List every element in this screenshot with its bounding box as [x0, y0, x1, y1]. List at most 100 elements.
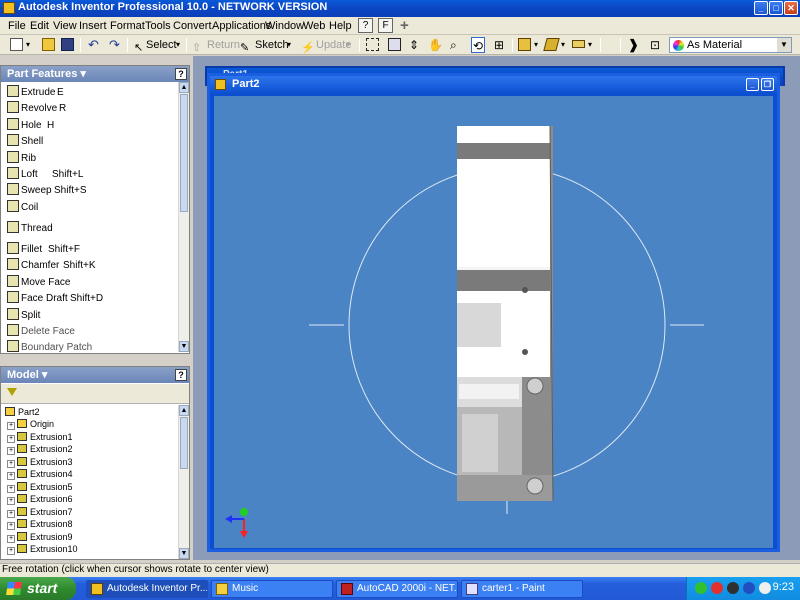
close-button[interactable]: ✕ — [784, 1, 798, 15]
task-inventor[interactable]: Autodesk Inventor Pr... — [86, 580, 208, 598]
material-dropdown[interactable]: As Material ▼ — [669, 37, 792, 53]
feature-face-draft[interactable]: Face Draft Shift+D — [7, 291, 103, 306]
update-tray-icon[interactable] — [743, 582, 755, 594]
format-icon[interactable]: F — [378, 18, 393, 33]
feature-revolve[interactable]: Revolve R — [7, 101, 66, 116]
model-view[interactable] — [214, 96, 773, 548]
sketch-dropdown-arrow[interactable]: ▾ — [287, 37, 291, 53]
menu-convert[interactable]: Convert — [173, 20, 212, 32]
redo-icon[interactable]: ↷ — [109, 37, 120, 53]
feature-sweep[interactable]: Sweep Shift+S — [7, 183, 87, 198]
model-header[interactable]: Model ▾ ? — [1, 367, 189, 383]
select-button[interactable]: ↖ Select — [134, 37, 177, 54]
new-dropdown-arrow[interactable]: ▾ — [26, 37, 30, 53]
feature-delete-face[interactable]: Delete Face — [7, 324, 75, 339]
feature-shell[interactable]: Shell — [7, 134, 43, 149]
tree-item-origin[interactable]: + Origin — [7, 418, 54, 430]
feature-loft[interactable]: Loft Shift+L — [7, 167, 83, 182]
scroll-thumb[interactable] — [180, 94, 188, 212]
tree-root-part2[interactable]: Part2 — [5, 406, 40, 418]
expand-icon[interactable]: + — [7, 434, 15, 443]
filter-icon[interactable] — [7, 388, 17, 396]
media-icon[interactable] — [727, 582, 739, 594]
undo-icon[interactable]: ↶ — [88, 37, 99, 53]
task-paint[interactable]: carter1 - Paint — [461, 580, 583, 598]
scroll-down-icon[interactable]: ▼ — [179, 341, 189, 352]
expand-icon[interactable]: + — [7, 472, 15, 480]
zoom-all-icon[interactable] — [366, 37, 381, 53]
feature-move-face[interactable]: Move Face — [7, 275, 70, 290]
select-dropdown-arrow[interactable]: ▾ — [176, 37, 180, 53]
expand-icon[interactable]: + — [7, 447, 15, 455]
tree-item-extrusion2[interactable]: + Extrusion2 — [7, 443, 73, 455]
task-autocad[interactable]: AutoCAD 2000i - NET... — [336, 580, 458, 598]
menu-tools[interactable]: Tools — [145, 20, 171, 32]
tree-item-extrusion7[interactable]: + Extrusion7 — [7, 506, 73, 518]
shadow-dropdown-arrow[interactable]: ▾ — [561, 37, 565, 53]
save-icon[interactable] — [61, 37, 76, 53]
display-dropdown-arrow[interactable]: ▾ — [534, 37, 538, 53]
app-title-bar[interactable]: Autodesk Inventor Professional 10.0 - NE… — [0, 0, 800, 17]
menu-insert[interactable]: Insert — [79, 20, 107, 32]
feature-thread[interactable]: Thread — [7, 221, 53, 236]
tree-item-extrusion1[interactable]: + Extrusion1 — [7, 431, 73, 443]
look-at-icon[interactable]: ⊞ — [494, 37, 504, 53]
part-features-header[interactable]: Part Features ▾ ? — [1, 66, 189, 82]
zoom-icon[interactable]: ⇕ — [409, 37, 419, 53]
menu-file[interactable]: File — [8, 20, 26, 32]
document-restore-button[interactable]: ❐ — [761, 78, 774, 91]
tree-item-extrusion4[interactable]: + Extrusion4 — [7, 468, 73, 480]
rotate-icon[interactable]: ⟲ — [471, 37, 486, 53]
document-title-bar[interactable]: Part2 _ ❐ — [210, 76, 777, 94]
update-dropdown-arrow[interactable]: ▾ — [346, 37, 350, 53]
sketch-button[interactable]: ✎ Sketch — [240, 37, 289, 54]
menu-window[interactable]: Window — [265, 20, 304, 32]
feature-boundary-patch[interactable]: Boundary Patch — [7, 340, 92, 355]
tree-item-extrusion8[interactable]: + Extrusion8 — [7, 518, 73, 530]
tree-item-extrusion3[interactable]: + Extrusion3 — [7, 456, 73, 468]
feature-coil[interactable]: Coil — [7, 200, 38, 215]
feature-rib[interactable]: Rib — [7, 151, 36, 166]
new-file-icon[interactable] — [10, 37, 25, 53]
document-minimize-button[interactable]: _ — [746, 78, 759, 91]
color-style-icon[interactable]: ⊡ — [650, 37, 660, 53]
zoom-selected-icon[interactable]: ⌕ — [450, 37, 457, 53]
shaded-display-icon[interactable] — [518, 37, 533, 53]
maximize-button[interactable]: □ — [769, 1, 783, 15]
camera-dropdown-arrow[interactable]: ▾ — [588, 37, 592, 53]
security-icon[interactable] — [711, 582, 723, 594]
slice-graphics-icon[interactable]: ❱ — [628, 37, 639, 53]
tree-item-extrusion10[interactable]: + Extrusion10 — [7, 543, 78, 555]
model-scrollbar[interactable]: ▲ ▼ — [178, 405, 189, 559]
expand-icon[interactable]: + — [7, 522, 15, 530]
feature-fillet[interactable]: Fillet Shift+F — [7, 242, 80, 257]
graphics-viewport[interactable] — [214, 96, 773, 548]
menu-edit[interactable]: Edit — [30, 20, 49, 32]
return-button[interactable]: ⇧ Return — [192, 37, 240, 54]
task-music[interactable]: Music — [211, 580, 333, 598]
chevron-down-icon[interactable]: ▼ — [777, 38, 791, 52]
menu-view[interactable]: View — [53, 20, 77, 32]
scroll-down-icon[interactable]: ▼ — [179, 548, 189, 559]
help-icon[interactable]: ? — [175, 68, 187, 80]
expand-icon[interactable]: + — [7, 509, 15, 518]
expand-icon[interactable]: + — [7, 534, 15, 543]
zoom-window-icon[interactable] — [388, 37, 403, 53]
start-button[interactable]: start — [0, 577, 76, 600]
whats-this-help-icon[interactable]: ? — [358, 18, 373, 33]
expand-icon[interactable]: + — [7, 547, 15, 555]
minimize-button[interactable]: _ — [754, 1, 768, 15]
expand-icon[interactable]: + — [7, 497, 15, 505]
menu-help[interactable]: Help — [329, 20, 352, 32]
feature-chamfer[interactable]: Chamfer Shift+K — [7, 258, 96, 273]
scroll-thumb[interactable] — [180, 417, 188, 469]
camera-icon[interactable] — [572, 37, 587, 53]
menu-applications[interactable]: Applications — [212, 20, 271, 32]
expand-icon[interactable]: + — [7, 459, 15, 468]
feature-hole[interactable]: Hole H — [7, 118, 54, 133]
help-icon[interactable]: ? — [175, 369, 187, 381]
add-icon[interactable]: + — [400, 17, 409, 34]
scroll-up-icon[interactable]: ▲ — [179, 82, 189, 93]
part-model[interactable] — [457, 125, 554, 502]
part-features-scrollbar[interactable]: ▲ ▼ — [178, 82, 189, 352]
